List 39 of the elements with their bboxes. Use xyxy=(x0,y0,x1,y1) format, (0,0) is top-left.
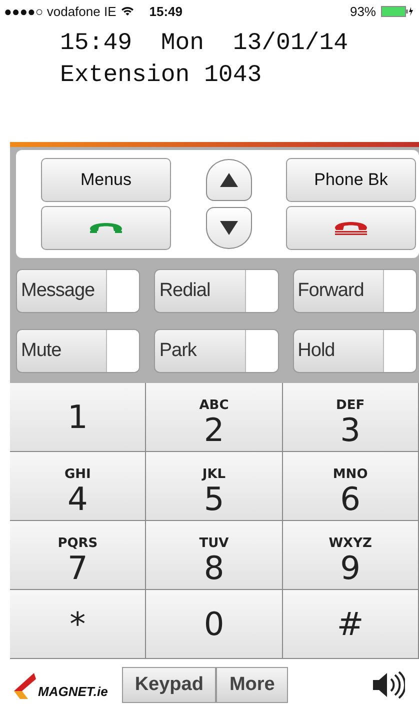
scroll-up-button[interactable] xyxy=(206,159,252,201)
scroll-down-button[interactable] xyxy=(206,207,252,249)
dial-key[interactable]: WXYZ 9 xyxy=(282,521,419,590)
phone-handset-icon xyxy=(335,222,367,234)
toggle-switch[interactable]: Park xyxy=(154,329,279,373)
battery-icon xyxy=(381,6,413,16)
toggle-switch[interactable]: Hold xyxy=(292,329,417,373)
toggle-switch[interactable]: Forward xyxy=(292,269,417,313)
dial-key[interactable]: * xyxy=(10,590,146,659)
logo-text: MAGNET.ie xyxy=(38,684,108,698)
dial-key[interactable]: DEF 3 xyxy=(282,383,419,452)
dial-key[interactable]: 0 xyxy=(146,590,283,659)
date-time-line: 15:49 Mon 13/01/14 xyxy=(60,29,350,59)
toggle-switch[interactable]: Redial xyxy=(154,269,279,313)
dial-key[interactable]: TUV 8 xyxy=(146,521,283,590)
phone-handset-icon xyxy=(90,223,122,233)
dial-key[interactable]: ABC 2 xyxy=(146,383,283,452)
carrier-text: ●●●●○ vodafone IE xyxy=(4,4,116,18)
footer-tab[interactable]: More xyxy=(216,666,288,702)
footer-tab[interactable]: Keypad xyxy=(122,666,216,702)
answer-call-button[interactable] xyxy=(41,206,171,250)
dial-key[interactable]: 1 xyxy=(10,383,146,452)
battery-percent: 93% xyxy=(350,4,376,18)
down-triangle-icon xyxy=(220,221,238,235)
status-time: 15:49 xyxy=(149,4,183,18)
toggle-switch[interactable]: Mute xyxy=(16,329,140,373)
phone-book-button[interactable]: Phone Bk xyxy=(286,158,416,202)
dial-key[interactable]: MNO 6 xyxy=(282,452,419,521)
speaker-icon[interactable] xyxy=(371,670,405,700)
wifi-icon xyxy=(121,6,134,16)
dial-key[interactable]: # xyxy=(282,590,419,659)
dial-key[interactable]: JKL 5 xyxy=(146,452,283,521)
dial-key[interactable]: PQRS 7 xyxy=(10,521,146,590)
up-triangle-icon xyxy=(220,173,238,187)
menus-button[interactable]: Menus xyxy=(41,158,171,202)
toggle-switch[interactable]: Message xyxy=(16,269,140,313)
hang-up-button[interactable] xyxy=(286,206,416,250)
dial-key[interactable]: GHI 4 xyxy=(10,452,146,521)
extension-line: Extension 1043 xyxy=(60,61,263,91)
